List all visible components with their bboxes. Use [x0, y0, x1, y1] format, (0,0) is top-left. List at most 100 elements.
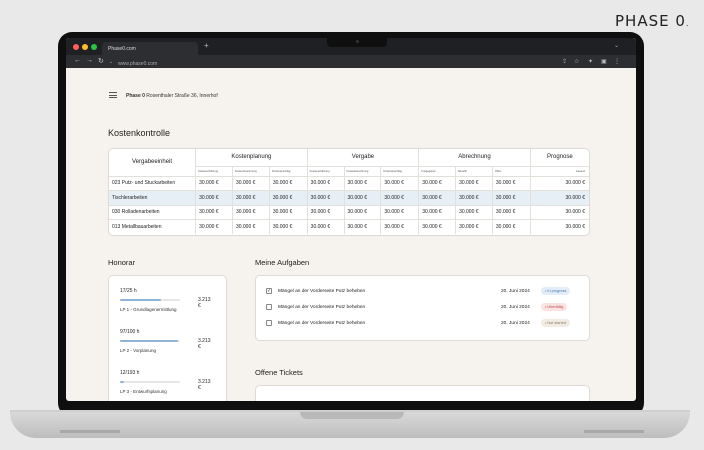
- reload-icon[interactable]: ↻: [98, 57, 104, 65]
- value-cell: 30.000 €: [455, 190, 493, 206]
- status-badge[interactable]: • Überfällig: [541, 303, 568, 311]
- menu-icon[interactable]: [109, 92, 117, 98]
- app-logo: Phase 0: [126, 93, 145, 99]
- value-cell: 30.000 €: [344, 190, 382, 206]
- brand-logo: PHASE 0.: [615, 12, 690, 30]
- subheader: Bezahlt: [455, 166, 493, 177]
- task-due-date: 20. Juni 2024: [501, 288, 530, 294]
- close-window-button[interactable]: [73, 44, 79, 50]
- honorar-progress-fill: [120, 340, 179, 342]
- task-item[interactable]: ✓ Mängel an der Vorderseite Putz beheben 2…: [266, 287, 581, 298]
- forward-arrow-icon[interactable]: →: [86, 57, 93, 64]
- value-cell: 30.000 €: [418, 190, 457, 206]
- value-cell: 30.000 €: [530, 205, 589, 220]
- subheader: Kostenberechnung: [344, 166, 382, 177]
- task-checkbox[interactable]: [266, 320, 272, 326]
- project-header: Phase 0 Rosenthaler Straße 36, Innerhof: [126, 93, 218, 99]
- subheader: Kostenschätzung: [195, 166, 233, 177]
- table-row[interactable]: 013 Metallbauarbeiten 30.000 €30.000 €30.…: [109, 219, 589, 234]
- camera-icon: [356, 40, 359, 43]
- group-header-kostenplanung: Kostenplanung: [195, 149, 308, 167]
- tickets-card: [255, 385, 590, 401]
- honorar-phase-label: LP 3 - Entwurfsplanung: [120, 389, 167, 394]
- task-text[interactable]: Mängel an der Vorderseite Putz beheben: [278, 289, 365, 294]
- honorar-progress-bar: [120, 381, 180, 383]
- value-cell: 30.000 €: [492, 190, 531, 206]
- lock-icon: ▪: [110, 60, 112, 66]
- unit-name-cell: 013 Metallbauarbeiten: [109, 219, 197, 234]
- value-cell: 30.000 €: [307, 176, 345, 191]
- browser-toolbar: ← → ↻ ▪ www.phase0.com ⇪ ☆ ✦ ▣ ⋮: [66, 55, 636, 68]
- back-arrow-icon[interactable]: ←: [74, 57, 81, 64]
- honorar-progress-bar: [120, 299, 180, 301]
- extensions-icon[interactable]: ✦: [588, 58, 593, 65]
- task-text[interactable]: Mängel an der Vorderseite Putz beheben: [278, 305, 365, 310]
- task-checkbox[interactable]: [266, 304, 272, 310]
- subheader: Kostenanschlag: [269, 166, 308, 177]
- status-badge[interactable]: • In progress: [541, 287, 571, 295]
- unit-name-cell: 030 Rolladenarbeiten: [109, 205, 197, 220]
- table-row[interactable]: Tischlerarbeiten 30.000 €30.000 €30.000 €…: [109, 190, 589, 206]
- value-cell: 30.000 €: [380, 176, 420, 191]
- honorar-phase-label: LP 1 - Grundlagenermittlung: [120, 307, 177, 312]
- value-cell: 30.000 €: [380, 219, 420, 234]
- honorar-item[interactable]: 12/193 h 3.213 € LP 3 - Entwurfsplanung: [120, 370, 211, 394]
- tasks-card: ✓ Mängel an der Vorderseite Putz beheben 2…: [255, 275, 590, 341]
- sidebar-icon[interactable]: ▣: [601, 58, 607, 65]
- task-text[interactable]: Mängel an der Vorderseite Putz beheben: [278, 321, 365, 326]
- maximize-window-button[interactable]: [91, 44, 97, 50]
- laptop-foot-left: [60, 430, 120, 433]
- value-cell: 30.000 €: [232, 190, 270, 206]
- value-cell: 30.000 €: [269, 219, 308, 234]
- new-tab-button[interactable]: +: [204, 41, 209, 50]
- value-cell: 30.000 €: [530, 190, 589, 206]
- honorar-amount: 3.213 €: [198, 338, 211, 350]
- subheader: Freigegeben: [418, 166, 457, 177]
- tickets-title: Offene Tickets: [255, 368, 303, 377]
- honorar-progress-fill: [120, 381, 124, 383]
- col-header-unit: Vergabeeinheit: [109, 149, 197, 177]
- task-item[interactable]: Mängel an der Vorderseite Putz beheben 20…: [266, 303, 581, 314]
- value-cell: 30.000 €: [307, 219, 345, 234]
- project-name[interactable]: Rosenthaler Straße 36, Innerhof: [146, 93, 217, 99]
- group-header-vergabe: Vergabe: [307, 149, 420, 167]
- task-item[interactable]: Mängel an der Vorderseite Putz beheben 20…: [266, 319, 581, 330]
- minimize-window-button[interactable]: [82, 44, 88, 50]
- browser-tab[interactable]: Phase0.com: [102, 42, 198, 55]
- value-cell: 30.000 €: [418, 219, 457, 234]
- honorar-amount: 3.213 €: [198, 297, 211, 309]
- share-icon[interactable]: ⇪: [562, 58, 567, 65]
- value-cell: 30.000 €: [269, 176, 308, 191]
- value-cell: 30.000 €: [195, 205, 233, 220]
- chevron-down-icon[interactable]: ⌄: [614, 42, 619, 49]
- subheader: Kostenanschlag: [380, 166, 420, 177]
- value-cell: 30.000 €: [344, 205, 382, 220]
- task-due-date: 20. Juni 2024: [501, 304, 530, 310]
- more-icon[interactable]: ⋮: [614, 58, 620, 65]
- value-cell: 30.000 €: [269, 190, 308, 206]
- honorar-item[interactable]: 17/25 h 3.213 € LP 1 - Grundlagenermittlun…: [120, 288, 211, 312]
- subheader: Gesamt: [530, 166, 589, 177]
- honorar-card: 17/25 h 3.213 € LP 1 - Grundlagenermittlun…: [108, 275, 227, 401]
- status-badge[interactable]: • Not started: [541, 319, 570, 327]
- browser-tab-title: Phase0.com: [108, 46, 136, 52]
- star-icon[interactable]: ☆: [574, 58, 579, 65]
- unit-name-cell: 023 Putz- und Stuckarbeiten: [109, 176, 197, 191]
- value-cell: 30.000 €: [455, 219, 493, 234]
- value-cell: 30.000 €: [380, 190, 420, 206]
- address-bar[interactable]: www.phase0.com: [118, 61, 157, 67]
- value-cell: 30.000 €: [232, 219, 270, 234]
- value-cell: 30.000 €: [492, 219, 531, 234]
- value-cell: 30.000 €: [232, 176, 270, 191]
- honorar-item[interactable]: 97/100 h 3.213 € LP 2 - Vorplanung: [120, 329, 211, 353]
- tasks-title: Meine Aufgaben: [255, 258, 310, 267]
- value-cell: 30.000 €: [455, 176, 493, 191]
- table-row[interactable]: 023 Putz- und Stuckarbeiten 30.000 €30.00…: [109, 176, 589, 191]
- table-row[interactable]: 030 Rolladenarbeiten 30.000 €30.000 €30.0…: [109, 205, 589, 220]
- laptop-foot-right: [584, 430, 644, 433]
- task-checkbox[interactable]: ✓: [266, 288, 272, 294]
- group-header-abrechnung: Abrechnung: [418, 149, 531, 167]
- value-cell: 30.000 €: [269, 205, 308, 220]
- unit-name-cell: Tischlerarbeiten: [109, 190, 197, 206]
- value-cell: 30.000 €: [307, 190, 345, 206]
